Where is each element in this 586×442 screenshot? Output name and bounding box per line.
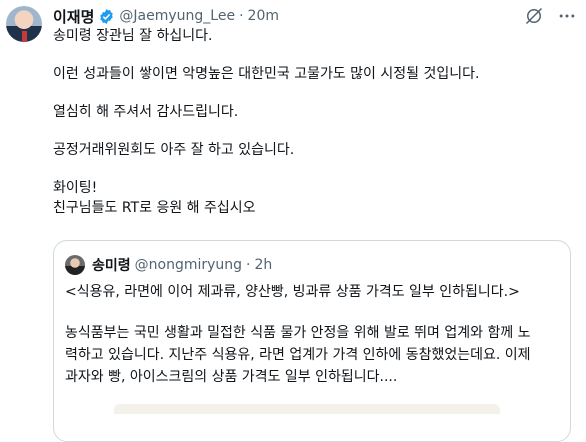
verified-badge-icon — [100, 8, 114, 24]
separator-dot: · — [239, 8, 244, 24]
quoted-tweet-timestamp[interactable]: 2h — [255, 257, 273, 273]
quoted-media-preview[interactable] — [114, 404, 500, 414]
tweet-line: 화이팅! — [53, 180, 98, 196]
quoted-tweet-text: <식용유, 라면에 이어 제과류, 양산빵, 빙과류 상품 가격도 일부 인하됩… — [65, 281, 560, 388]
quoted-author-avatar[interactable] — [65, 255, 85, 275]
author-handle[interactable]: @Jaemyung_Lee — [119, 8, 235, 24]
separator-dot: · — [246, 257, 251, 273]
tweet-text: 송미령 장관님 잘 하십니다. 이런 성과들이 쌓이면 악명높은 대한민국 고물… — [53, 26, 573, 218]
tweet-line: 친구님들도 RT로 응원 해 주십시오 — [53, 200, 256, 216]
quoted-tweet-header: 송미령 @nongmiryung · 2h — [92, 254, 272, 276]
author-avatar[interactable] — [6, 6, 42, 42]
quoted-line: <식용유, 라면에 이어 제과류, 양산빵, 빙과류 상품 가격도 일부 인하됩… — [65, 284, 520, 300]
quoted-line: 농식품부는 국민 생활과 밀접한 식품 물가 안정을 위해 발로 뛰며 업계와 … — [65, 325, 531, 341]
quoted-line: 과자와 빵, 아이스크림의 상품 가격도 일부 인하됩니다.... — [65, 369, 398, 385]
author-name[interactable]: 이재명 — [53, 6, 94, 27]
tweet-line: 공정거래위원회도 아주 잘 하고 있습니다. — [53, 142, 295, 158]
tweet-line: 이런 성과들이 쌓이면 악명높은 대한민국 고물가도 많이 시정될 것입니다. — [53, 66, 480, 82]
quoted-tweet-card[interactable]: 송미령 @nongmiryung · 2h <식용유, 라면에 이어 제과류, … — [53, 240, 571, 442]
quoted-author-name[interactable]: 송미령 — [92, 255, 131, 275]
more-options-icon[interactable] — [556, 6, 578, 26]
grok-icon[interactable] — [524, 6, 544, 26]
quoted-blank-line — [65, 303, 560, 322]
tweet-line: 열심히 해 주셔서 감사드립니다. — [53, 104, 239, 120]
quoted-author-handle[interactable]: @nongmiryung — [135, 257, 242, 273]
tweet-timestamp[interactable]: 20m — [248, 8, 279, 24]
tweet-line: 송미령 장관님 잘 하십니다. — [53, 28, 213, 44]
tweet-header: 이재명 @Jaemyung_Lee · 20m — [53, 6, 279, 26]
quoted-line: 력하고 있습니다. 지난주 식용유, 라면 업계가 가격 인하에 동참했었는데요… — [65, 347, 531, 363]
